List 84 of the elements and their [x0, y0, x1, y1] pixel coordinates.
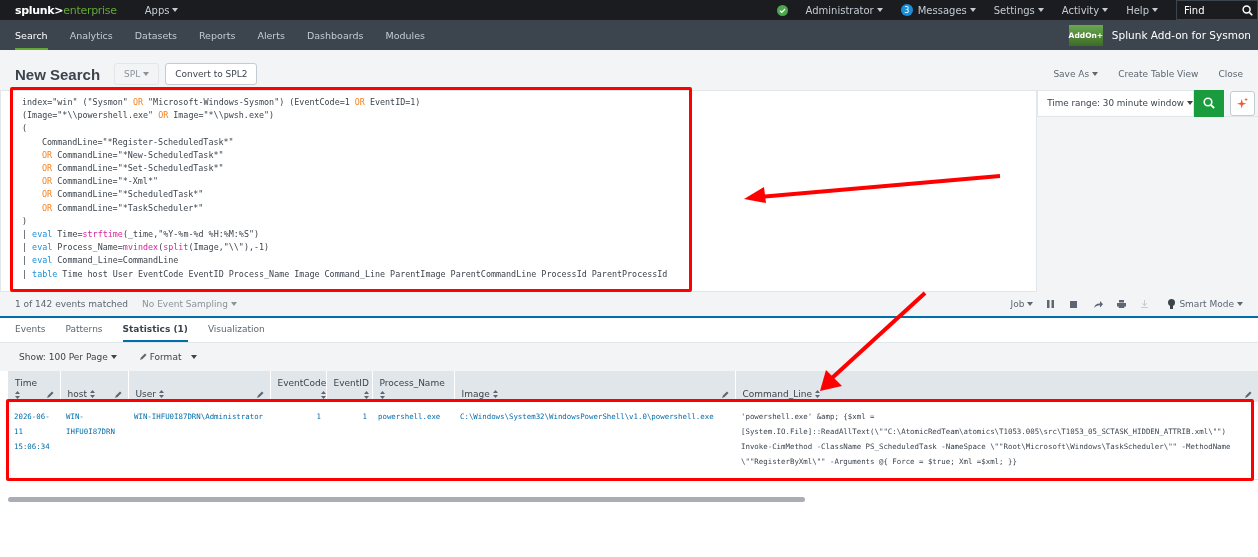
apps-menu[interactable]: Apps	[144, 4, 179, 16]
nav-tab[interactable]: Reports	[198, 20, 236, 50]
sort-icon[interactable]	[379, 391, 385, 399]
caret-icon	[969, 8, 976, 12]
nav-tab[interactable]: Modules	[385, 20, 425, 50]
action-link[interactable]: Create Table View	[1118, 69, 1199, 79]
find-field[interactable]: Find	[1176, 0, 1258, 20]
lightbulb-icon	[1168, 299, 1176, 309]
code-line: | eval Process_Name=mvindex(split(Image,"\\"),-1)	[22, 241, 271, 255]
caret-icon	[1102, 8, 1109, 12]
caret-icon	[1027, 302, 1034, 306]
page-title: New Search	[15, 65, 101, 83]
caret-icon	[230, 302, 237, 306]
nav-tab[interactable]: Analytics	[69, 20, 113, 50]
code-line: OR CommandLine="*ScheduledTask*"	[41, 188, 205, 202]
sort-icon[interactable]	[492, 390, 498, 398]
results-tab[interactable]: Events	[15, 318, 46, 342]
pencil-icon[interactable]	[720, 391, 729, 399]
caret-icon	[876, 8, 883, 12]
user-menu[interactable]: Administrator	[805, 4, 883, 16]
pencil-icon[interactable]	[1243, 391, 1252, 399]
events-matched: 1 of 142 events matched	[15, 299, 129, 309]
sort-icon[interactable]	[15, 391, 20, 399]
caret-icon	[191, 355, 198, 359]
action-link[interactable]: Save As	[1053, 69, 1099, 79]
search-icon	[1203, 97, 1215, 109]
code-line: CommandLine="*Register-ScheduledTask*"	[41, 135, 235, 149]
search-button[interactable]	[1194, 89, 1224, 117]
splunk-logo[interactable]: splunk>enterprise	[15, 3, 117, 17]
caret-icon	[1092, 72, 1099, 76]
search-icon	[1242, 4, 1253, 16]
action-link[interactable]: Close	[1218, 69, 1243, 79]
user-menu[interactable]: Help	[1126, 4, 1158, 16]
code-line: OR CommandLine="*Set-ScheduledTask*"	[41, 162, 225, 175]
check-status-icon	[776, 4, 788, 16]
results-tab[interactable]: Patterns	[65, 318, 103, 342]
code-line: | table Time host User EventCode EventID Process_Name Image Command_Line ParentImage ParentCommandLine ProcessId ParentProcessId	[22, 267, 669, 281]
code-line: OR CommandLine="*TaskScheduler*"	[41, 201, 205, 215]
caret-icon	[1037, 8, 1044, 12]
print-icon[interactable]	[1117, 300, 1127, 308]
user-menu[interactable]: 3 Messages	[900, 4, 976, 16]
sort-icon[interactable]	[89, 390, 95, 398]
user-menu[interactable]: Activity	[1061, 4, 1109, 16]
code-line: | eval Command_Line=CommandLine	[22, 254, 180, 268]
caret-icon	[110, 355, 117, 359]
code-line: (	[22, 122, 29, 136]
share-icon[interactable]	[1094, 300, 1104, 308]
user-menu[interactable]: Settings	[993, 4, 1044, 16]
sort-icon[interactable]	[159, 390, 164, 398]
code-line: (Image="*\\powershell.exe" OR Image="*\\pwsh.exe")	[22, 109, 276, 123]
sort-icon[interactable]	[363, 391, 369, 399]
app-title[interactable]: Splunk Add-on for Sysmon	[1111, 29, 1251, 41]
pencil-icon[interactable]	[138, 353, 147, 361]
format-menu[interactable]: Format	[138, 352, 198, 362]
scrollbar[interactable]	[8, 497, 805, 502]
caret-icon	[1152, 8, 1158, 12]
caret-icon	[143, 72, 150, 76]
results-tab[interactable]: Visualization	[207, 318, 265, 342]
code-line: OR CommandLine="*-Xml*"	[41, 175, 159, 189]
pencil-icon[interactable]	[113, 391, 122, 399]
pencil-icon[interactable]	[255, 391, 264, 399]
pencil-icon[interactable]	[45, 391, 54, 399]
job-menu[interactable]: Job	[1010, 299, 1034, 309]
caret-icon	[1187, 101, 1193, 105]
code-line: | eval Time=strftime(_time,"%Y-%m-%d %H:%M:%S")	[22, 228, 260, 242]
caret-icon	[1237, 302, 1243, 306]
count-badge: 3	[900, 4, 913, 16]
pause-icon[interactable]	[1047, 300, 1055, 308]
code-line: index="win" ("Sysmon" OR "Microsoft-Windows-Sysmon") (EventCode=1 OR EventID=1)	[22, 96, 422, 109]
time-range-picker[interactable]: Time range: 30 minute window	[1037, 89, 1194, 117]
sparkle-icon	[1237, 96, 1248, 110]
convert-button[interactable]: Convert to SPL2	[165, 63, 258, 85]
assistant-button[interactable]	[1230, 90, 1255, 116]
caret-icon	[172, 8, 179, 12]
nav-tab[interactable]: Alerts	[257, 20, 285, 50]
page-size-menu[interactable]: Show: 100 Per Page	[19, 352, 117, 362]
search-editor[interactable]	[0, 90, 1038, 292]
code-line: )	[22, 214, 29, 228]
stop-icon[interactable]	[1070, 300, 1078, 308]
nav-tab[interactable]: Dashboards	[306, 20, 364, 50]
nav-tab[interactable]: Datasets	[134, 20, 177, 50]
code-line: OR CommandLine="*New-ScheduledTask*"	[41, 148, 225, 162]
sort-icon[interactable]	[815, 390, 820, 398]
search-mode-menu[interactable]: Smart Mode	[1179, 299, 1243, 309]
